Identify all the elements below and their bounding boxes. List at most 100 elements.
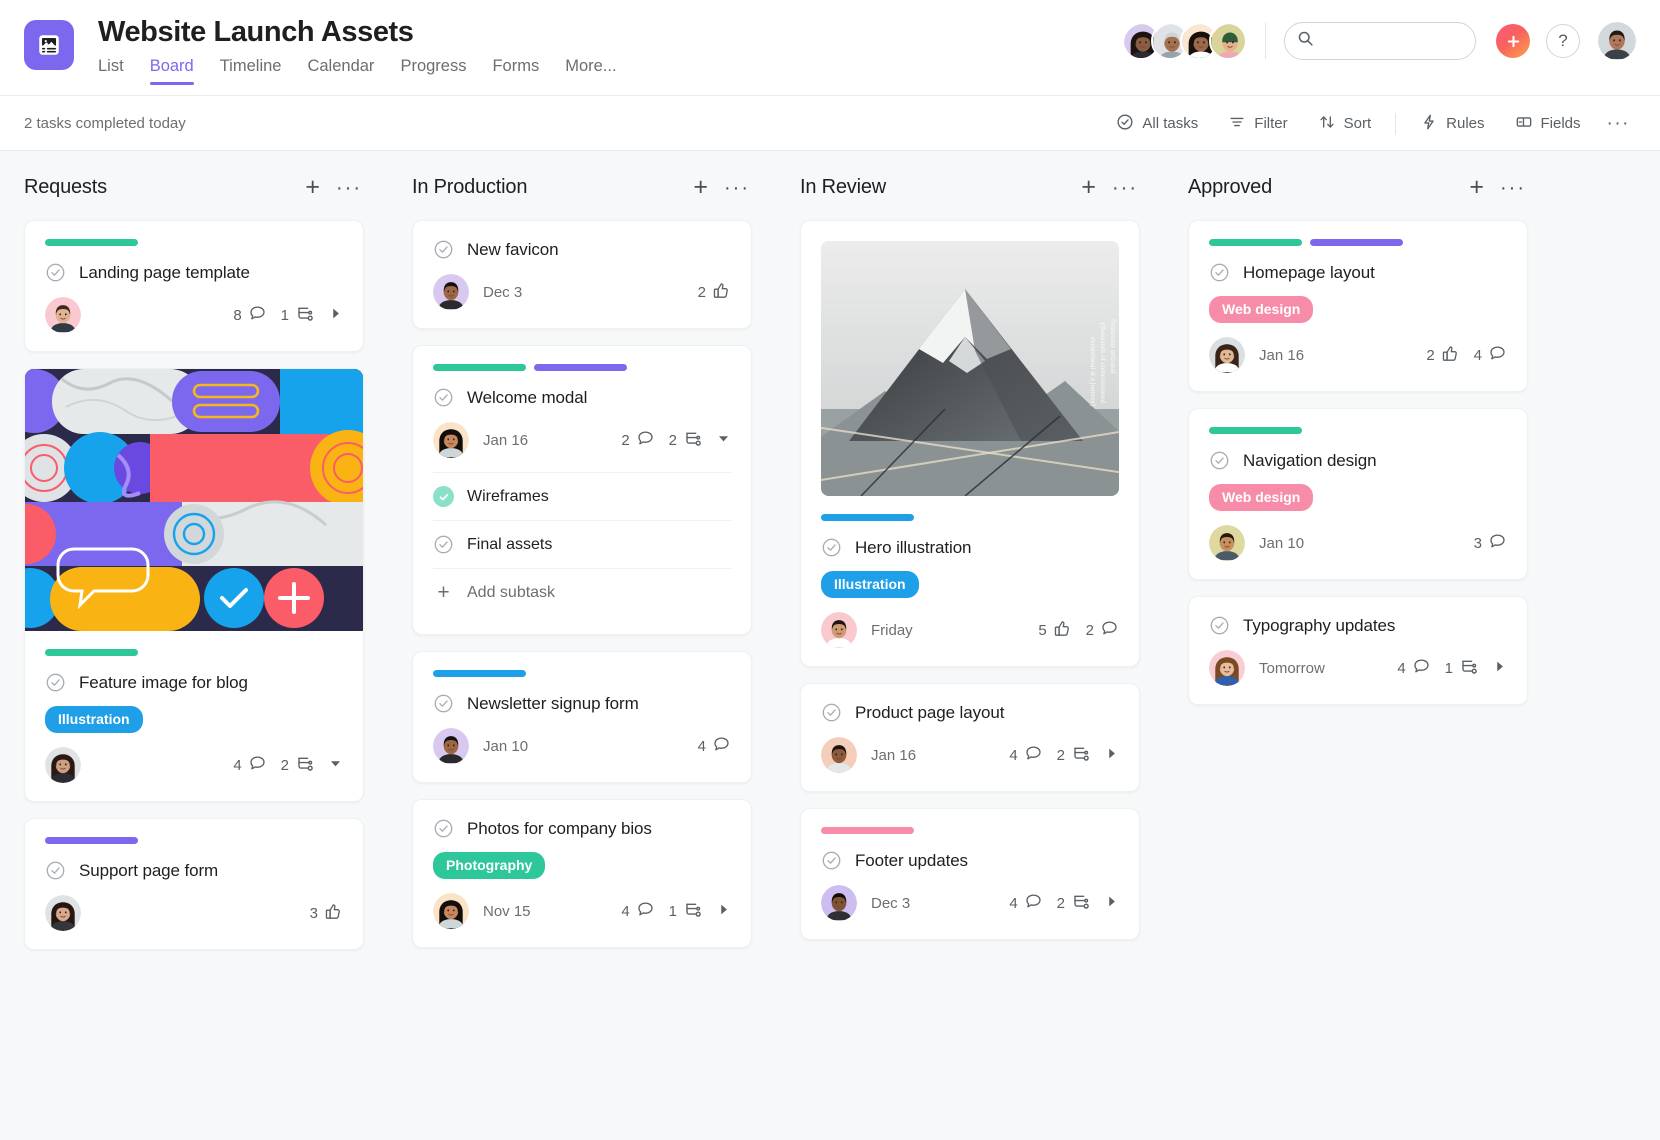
task-card[interactable]: Homepage layout Web design Jan 16 2 4	[1188, 220, 1528, 392]
avatar-assignee[interactable]	[821, 885, 857, 921]
sort-button[interactable]: Sort	[1308, 107, 1382, 141]
task-tag[interactable]: Web design	[1209, 484, 1314, 511]
avatar-assignee[interactable]	[1209, 650, 1245, 686]
avatar-assignee[interactable]	[821, 612, 857, 648]
complete-task-icon[interactable]	[821, 702, 842, 723]
complete-task-icon[interactable]	[45, 672, 66, 693]
task-card[interactable]: Typography updates Tomorrow 4 1	[1188, 596, 1528, 705]
tab-timeline[interactable]: Timeline	[220, 57, 282, 85]
subtask-item[interactable]: Wireframes	[433, 472, 731, 520]
tab-board[interactable]: Board	[149, 57, 194, 86]
filter-button[interactable]: Filter	[1218, 107, 1297, 141]
add-task-button[interactable]: +	[693, 175, 708, 200]
caret-down-icon[interactable]	[328, 756, 343, 775]
avatar-assignee[interactable]	[1209, 337, 1245, 373]
task-tag[interactable]: Web design	[1209, 296, 1314, 323]
task-card[interactable]: Feature image for blog Illustration 4 2	[24, 368, 364, 802]
subtask-label: Wireframes	[467, 487, 549, 505]
add-task-button[interactable]: +	[1469, 175, 1484, 200]
avatar-assignee[interactable]	[45, 297, 81, 333]
fields-button[interactable]: Fields	[1505, 107, 1591, 141]
task-card[interactable]: Photos for company bios Photography Nov …	[412, 799, 752, 948]
tab-list[interactable]: List	[98, 57, 124, 85]
sort-icon	[1318, 113, 1336, 135]
add-task-button[interactable]: +	[305, 175, 320, 200]
task-meta: 2	[698, 281, 731, 304]
meta-count: 1	[668, 902, 677, 920]
search-input[interactable]	[1322, 33, 1463, 49]
task-card[interactable]: Support page form 3	[24, 818, 364, 950]
complete-task-icon[interactable]	[45, 860, 66, 881]
column-more-button[interactable]: ···	[336, 178, 362, 198]
caret-down-icon[interactable]	[716, 431, 731, 450]
meta-count: 4	[233, 756, 242, 774]
task-card[interactable]: Landing page template 8 1	[24, 220, 364, 352]
add-button[interactable]	[1496, 24, 1530, 58]
task-meta-row: 4 2	[45, 747, 343, 783]
color-bar	[1209, 239, 1302, 246]
avatar-assignee[interactable]	[433, 422, 469, 458]
caret-right-icon[interactable]	[1104, 894, 1119, 913]
avatar[interactable]	[1209, 22, 1247, 60]
complete-task-icon[interactable]	[1209, 615, 1230, 636]
column-more-button[interactable]: ···	[724, 178, 750, 198]
complete-task-icon[interactable]	[821, 850, 842, 871]
avatar-assignee[interactable]	[45, 747, 81, 783]
task-card[interactable]: Footer updates Dec 3 4 2	[800, 808, 1140, 940]
task-card[interactable]: Navigation design Web design Jan 10 3	[1188, 408, 1528, 580]
subtask-complete-icon[interactable]	[433, 486, 454, 507]
subtask-complete-icon[interactable]	[433, 534, 454, 555]
avatar-assignee[interactable]	[433, 274, 469, 310]
tab-more[interactable]: More...	[565, 57, 616, 85]
complete-task-icon[interactable]	[433, 387, 454, 408]
column-header: Requests + ···	[24, 175, 364, 200]
add-task-button[interactable]: +	[1081, 175, 1096, 200]
avatar-current-user[interactable]	[1598, 22, 1636, 60]
view-tabs: List Board Timeline Calendar Progress Fo…	[98, 57, 617, 86]
complete-task-icon[interactable]	[1209, 262, 1230, 283]
add-subtask-button[interactable]: + Add subtask	[433, 568, 731, 616]
avatar-assignee[interactable]	[45, 895, 81, 931]
help-button[interactable]: ?	[1546, 24, 1580, 58]
rules-button[interactable]: Rules	[1410, 107, 1494, 141]
task-card[interactable]: New favicon Dec 3 2	[412, 220, 752, 329]
avatar-assignee[interactable]	[821, 737, 857, 773]
tab-forms[interactable]: Forms	[492, 57, 539, 85]
meta-comment: 4	[1474, 344, 1507, 367]
meta-count: 3	[1473, 534, 1482, 552]
avatar-assignee[interactable]	[1209, 525, 1245, 561]
meta-subtask: 1	[669, 899, 703, 923]
subtask-item[interactable]: Final assets	[433, 520, 731, 568]
complete-task-icon[interactable]	[433, 818, 454, 839]
column-more-button[interactable]: ···	[1500, 178, 1526, 198]
caret-right-icon[interactable]	[716, 902, 731, 921]
task-tag[interactable]: Photography	[433, 852, 546, 879]
task-due-date: Friday	[871, 621, 913, 639]
tab-calendar[interactable]: Calendar	[307, 57, 374, 85]
caret-right-icon[interactable]	[328, 306, 343, 325]
task-card[interactable]: Numerous artisanal (thousands of commiss…	[800, 220, 1140, 667]
all-tasks-button[interactable]: All tasks	[1106, 107, 1208, 141]
caret-right-icon[interactable]	[1492, 659, 1507, 678]
avatar-assignee[interactable]	[433, 728, 469, 764]
task-tag[interactable]: Illustration	[45, 706, 143, 733]
search-box[interactable]	[1284, 22, 1476, 60]
task-card[interactable]: Welcome modal Jan 16 2 2 Wireframes Fina…	[412, 345, 752, 635]
complete-task-icon[interactable]	[821, 537, 842, 558]
thumbsup-icon	[712, 281, 731, 304]
complete-task-icon[interactable]	[433, 239, 454, 260]
column-more-button[interactable]: ···	[1112, 178, 1138, 198]
tab-progress[interactable]: Progress	[400, 57, 466, 85]
complete-task-icon[interactable]	[1209, 450, 1230, 471]
task-title: Homepage layout	[1243, 262, 1375, 282]
complete-task-icon[interactable]	[45, 262, 66, 283]
task-tag[interactable]: Illustration	[821, 571, 919, 598]
color-bars	[1209, 239, 1507, 246]
task-card[interactable]: Product page layout Jan 16 4 2	[800, 683, 1140, 792]
caret-right-icon[interactable]	[1104, 746, 1119, 765]
member-avatars[interactable]	[1122, 22, 1247, 60]
complete-task-icon[interactable]	[433, 693, 454, 714]
task-card[interactable]: Newsletter signup form Jan 10 4	[412, 651, 752, 783]
avatar-assignee[interactable]	[433, 893, 469, 929]
more-options-button[interactable]: ···	[1601, 114, 1636, 133]
